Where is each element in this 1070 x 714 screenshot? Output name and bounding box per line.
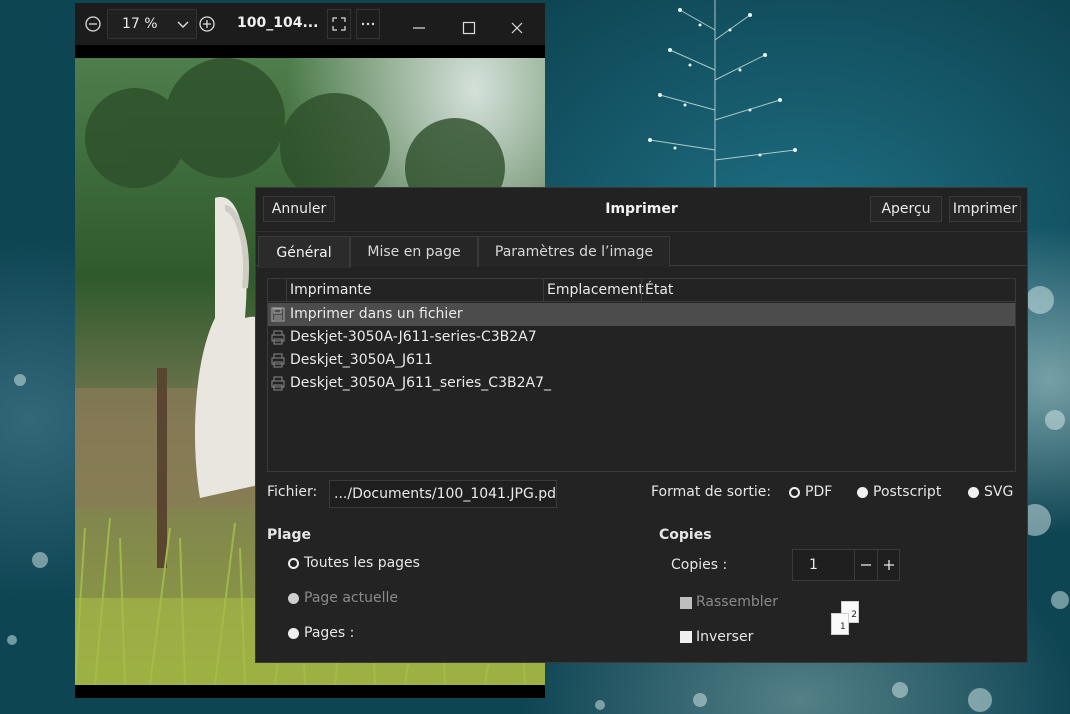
printer-row[interactable]: Deskjet_3050A_J611 bbox=[268, 349, 1015, 372]
maximize-icon bbox=[462, 21, 476, 35]
format-pdf-radio[interactable] bbox=[789, 487, 800, 498]
file-printer-icon bbox=[271, 307, 285, 322]
printer-row[interactable]: Deskjet-3050A-J611-series-C3B2A7 bbox=[268, 326, 1015, 349]
column-separator bbox=[641, 279, 642, 302]
range-all-label[interactable]: Toutes les pages bbox=[304, 555, 420, 571]
format-svg-label[interactable]: SVG bbox=[984, 484, 1013, 500]
format-svg-radio[interactable] bbox=[968, 487, 979, 498]
copies-heading: Copies bbox=[659, 527, 712, 543]
tab-general[interactable]: Général bbox=[258, 236, 350, 268]
viewer-file-title: 100_104... bbox=[237, 15, 319, 31]
tab-page-setup[interactable]: Mise en page bbox=[350, 236, 478, 267]
range-pages-label[interactable]: Pages : bbox=[304, 625, 354, 641]
zoom-level: 17 % bbox=[122, 16, 158, 32]
printer-name: Deskjet-3050A-J611-series-C3B2A7 bbox=[290, 329, 537, 345]
file-label: Fichier: bbox=[267, 484, 318, 500]
printer-row[interactable]: Deskjet_3050A_J611_series_C3B2A7_ bbox=[268, 372, 1015, 395]
viewer-toolbar: 17 % 100_104... bbox=[75, 3, 545, 45]
printer-icon bbox=[271, 353, 285, 368]
format-pdf-label[interactable]: PDF bbox=[805, 484, 832, 500]
tab-image-settings[interactable]: Paramètres de l’image bbox=[478, 236, 670, 267]
more-options-button[interactable] bbox=[356, 9, 380, 39]
plus-icon bbox=[883, 560, 894, 570]
zoom-out-icon bbox=[85, 16, 101, 32]
range-current-radio[interactable] bbox=[288, 593, 299, 604]
print-dialog: Annuler Imprimer Aperçu Imprimer Général… bbox=[255, 187, 1028, 663]
range-pages-radio[interactable] bbox=[288, 628, 299, 639]
range-all-radio[interactable] bbox=[288, 558, 299, 569]
output-format-label: Format de sortie: bbox=[651, 484, 772, 500]
printer-icon bbox=[271, 376, 285, 391]
collate-checkbox[interactable] bbox=[680, 597, 692, 609]
collate-page-number: 2 bbox=[851, 610, 857, 620]
collate-label[interactable]: Rassembler bbox=[696, 594, 778, 610]
copies-increment-button[interactable] bbox=[877, 550, 899, 580]
copies-decrement-button[interactable] bbox=[854, 550, 877, 580]
printer-row[interactable]: Imprimer dans un fichier bbox=[268, 303, 1015, 326]
fullscreen-icon bbox=[332, 17, 346, 31]
range-current-label[interactable]: Page actuelle bbox=[304, 590, 398, 606]
range-heading: Plage bbox=[267, 527, 312, 543]
collate-preview-icon: 2 1 bbox=[830, 599, 862, 639]
column-status[interactable]: État bbox=[645, 282, 673, 298]
maximize-button[interactable] bbox=[457, 16, 481, 40]
collate-page-1: 1 bbox=[831, 613, 849, 635]
column-separator bbox=[543, 279, 544, 302]
collate-page-number: 1 bbox=[840, 622, 846, 632]
fullscreen-button[interactable] bbox=[327, 9, 351, 39]
zoom-out-button[interactable] bbox=[81, 12, 105, 36]
minimize-button[interactable] bbox=[407, 16, 431, 40]
preview-button[interactable]: Aperçu bbox=[870, 196, 942, 222]
zoom-in-button[interactable] bbox=[195, 12, 219, 36]
file-path-button[interactable]: .../Documents/100_1041.JPG.pdf bbox=[329, 480, 557, 508]
copies-spinner[interactable]: 1 bbox=[792, 549, 900, 581]
minus-icon bbox=[861, 564, 871, 566]
format-postscript-label[interactable]: Postscript bbox=[873, 484, 941, 500]
printer-name: Deskjet_3050A_J611 bbox=[290, 352, 433, 368]
printer-name: Imprimer dans un fichier bbox=[290, 306, 463, 322]
column-printer[interactable]: Imprimante bbox=[290, 282, 372, 298]
zoom-in-icon bbox=[199, 16, 215, 32]
close-icon bbox=[511, 22, 523, 34]
tab-bar: Général Mise en page Paramètres de l’ima… bbox=[256, 232, 1027, 268]
more-icon bbox=[361, 22, 375, 26]
reverse-label[interactable]: Inverser bbox=[696, 629, 753, 645]
wallpaper-plant bbox=[648, 0, 797, 190]
printer-list: Imprimante Emplacement État Imprimer dan… bbox=[267, 278, 1016, 472]
chevron-down-icon bbox=[177, 21, 189, 28]
printer-list-header: Imprimante Emplacement État bbox=[268, 279, 1015, 302]
reverse-checkbox[interactable] bbox=[680, 631, 692, 643]
column-separator bbox=[286, 279, 287, 302]
copies-label: Copies : bbox=[671, 557, 728, 573]
printer-icon bbox=[271, 330, 285, 345]
copies-value[interactable]: 1 bbox=[809, 557, 818, 573]
dialog-header: Annuler Imprimer Aperçu Imprimer bbox=[256, 188, 1027, 232]
zoom-dropdown[interactable]: 17 % bbox=[107, 9, 197, 39]
close-button[interactable] bbox=[505, 16, 529, 40]
printer-name: Deskjet_3050A_J611_series_C3B2A7_ bbox=[290, 375, 551, 391]
print-button[interactable]: Imprimer bbox=[949, 196, 1021, 222]
format-postscript-radio[interactable] bbox=[857, 487, 868, 498]
minimize-icon bbox=[413, 27, 425, 29]
column-location[interactable]: Emplacement bbox=[547, 282, 644, 298]
